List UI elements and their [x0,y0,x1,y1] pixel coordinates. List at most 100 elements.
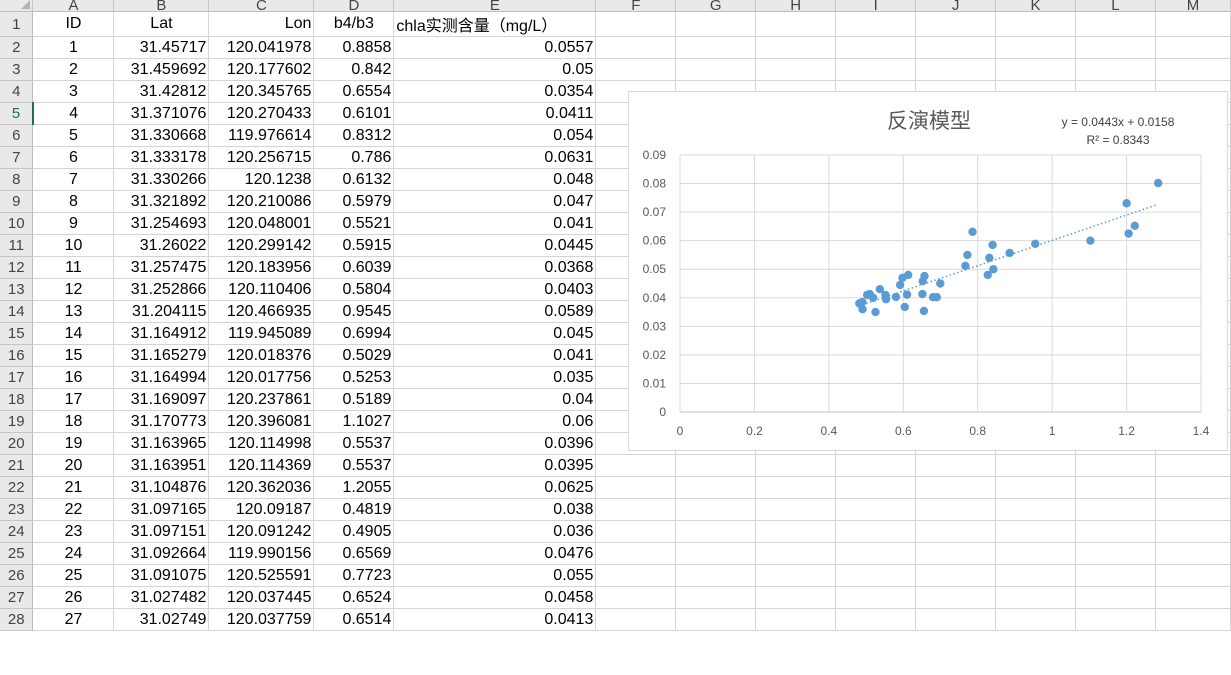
cell[interactable]: 0.5537 [313,454,395,477]
cell[interactable]: 120.345765 [208,80,315,103]
cell[interactable]: 0.4905 [313,520,395,543]
cell[interactable]: chla实测含量（mg/L） [393,11,597,37]
select-all-corner[interactable] [0,0,34,12]
cell[interactable]: 0.0413 [393,608,597,631]
cell[interactable]: 120.041978 [208,36,315,59]
cell[interactable] [755,608,837,631]
column-header-k[interactable]: K [995,0,1076,13]
cell[interactable] [835,11,917,37]
cell[interactable]: 0.041 [393,344,597,367]
cell[interactable]: 119.976614 [208,124,315,147]
cell[interactable] [915,454,997,477]
cell[interactable]: 24 [32,542,115,565]
column-header-c[interactable]: C [208,0,315,13]
cell[interactable]: 2 [32,58,115,81]
cell[interactable] [755,454,837,477]
scatter-chart[interactable]: 0 0.01 0.02 0.03 0.04 0.05 0.06 0.07 0.08 0.09 0 0.… [628,91,1228,451]
cell[interactable]: 120.018376 [208,344,315,367]
cell[interactable] [915,58,997,81]
cell[interactable] [595,498,677,521]
cell[interactable]: 120.525591 [208,564,315,587]
cell[interactable]: 0.0396 [393,432,597,455]
row-header[interactable]: 8 [0,168,34,191]
cell[interactable]: 120.037759 [208,608,315,631]
cell[interactable] [755,586,837,609]
row-header[interactable]: 26 [0,564,34,587]
cell[interactable]: 1.2055 [313,476,395,499]
cell[interactable]: 31.333178 [113,146,210,169]
cell[interactable] [915,586,997,609]
cell[interactable]: 8 [32,190,115,213]
cell[interactable] [595,564,677,587]
cell[interactable] [755,498,837,521]
cell[interactable]: 31.257475 [113,256,210,279]
cell[interactable]: 31.104876 [113,476,210,499]
cell[interactable] [835,476,917,499]
cell[interactable]: 9 [32,212,115,235]
cell[interactable]: 31.163965 [113,432,210,455]
cell[interactable]: 120.210086 [208,190,315,213]
cell[interactable]: 0.5189 [313,388,395,411]
cell[interactable]: 31.330266 [113,168,210,191]
cell[interactable]: 0.0631 [393,146,597,169]
row-header[interactable]: 22 [0,476,34,499]
cell[interactable]: 0.8312 [313,124,395,147]
column-header-l[interactable]: L [1075,0,1156,13]
cell[interactable]: 0.8858 [313,36,395,59]
cell[interactable]: 23 [32,520,115,543]
cell[interactable] [675,454,757,477]
column-header-f[interactable]: F [595,0,677,13]
row-header[interactable]: 3 [0,58,34,81]
cell[interactable]: 19 [32,432,115,455]
cell[interactable] [915,498,997,521]
cell[interactable] [995,58,1076,81]
cell[interactable] [835,454,917,477]
cell[interactable] [995,520,1076,543]
cell[interactable]: 4 [32,102,115,125]
column-header-e[interactable]: E [393,0,597,13]
cell[interactable] [755,58,837,81]
cell[interactable]: 0.0557 [393,36,597,59]
cell[interactable]: 3 [32,80,115,103]
cell[interactable]: 7 [32,168,115,191]
cell[interactable] [835,520,917,543]
row-header[interactable]: 19 [0,410,34,433]
cell[interactable]: 0.0411 [393,102,597,125]
cell[interactable]: 0.6514 [313,608,395,631]
cell[interactable] [1075,11,1156,37]
row-header[interactable]: 9 [0,190,34,213]
cell[interactable] [1075,36,1156,59]
cell[interactable]: 21 [32,476,115,499]
cell[interactable]: 0.0589 [393,300,597,323]
column-header-a[interactable]: A [32,0,115,13]
cell[interactable]: 31.169097 [113,388,210,411]
cell[interactable] [675,58,757,81]
cell[interactable] [1155,476,1231,499]
cell[interactable]: 120.237861 [208,388,315,411]
row-header[interactable]: 20 [0,432,34,455]
cell[interactable]: 120.114369 [208,454,315,477]
row-header[interactable]: 24 [0,520,34,543]
cell[interactable]: 0.048 [393,168,597,191]
cell[interactable] [1155,564,1231,587]
row-header[interactable]: 5 [0,102,34,125]
cell[interactable] [675,476,757,499]
cell[interactable]: 0.5915 [313,234,395,257]
cell[interactable] [995,542,1076,565]
cell[interactable]: 31.204115 [113,300,210,323]
cell[interactable]: 0.038 [393,498,597,521]
cell[interactable] [995,36,1076,59]
cell[interactable]: 120.114998 [208,432,315,455]
cell[interactable]: 120.299142 [208,234,315,257]
cell[interactable]: 31.45717 [113,36,210,59]
row-header[interactable]: 27 [0,586,34,609]
cell[interactable]: 0.842 [313,58,395,81]
cell[interactable]: 0.054 [393,124,597,147]
cell[interactable]: 0.5253 [313,366,395,389]
cell[interactable]: 22 [32,498,115,521]
cell[interactable]: 1 [32,36,115,59]
cell[interactable]: 120.09187 [208,498,315,521]
cell[interactable]: 27 [32,608,115,631]
cell[interactable]: 0.041 [393,212,597,235]
cell[interactable]: 31.165279 [113,344,210,367]
